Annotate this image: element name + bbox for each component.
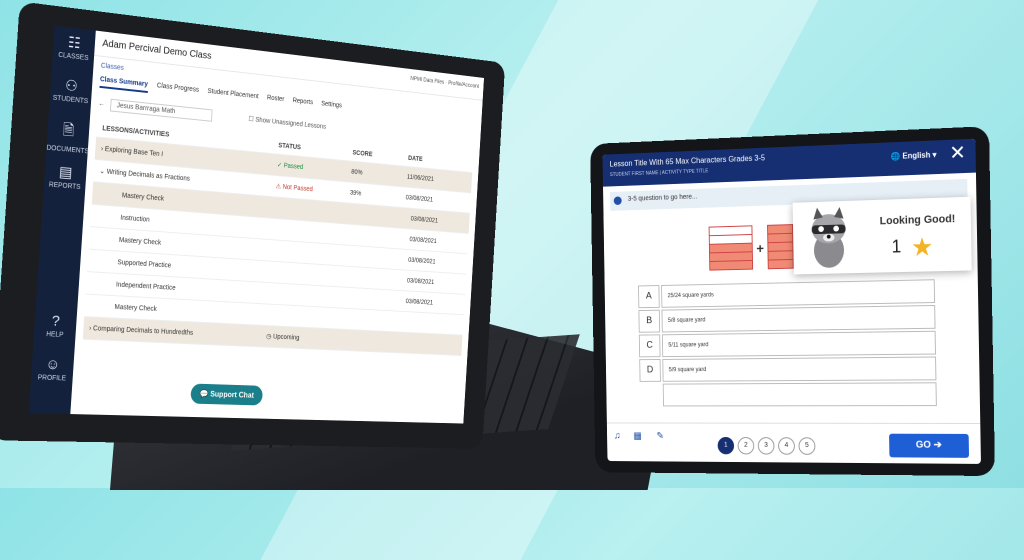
go-button[interactable]: GO ➔ xyxy=(889,434,969,458)
check-icon: ✓ xyxy=(277,162,282,169)
tab-class-progress[interactable]: Class Progress xyxy=(157,82,200,93)
sidebar-item-help[interactable]: ? HELP xyxy=(33,306,77,351)
page-5-button[interactable]: 5 xyxy=(798,437,815,455)
fraction-grid-right xyxy=(767,224,794,271)
answer-option-d[interactable]: D 5/9 square yard xyxy=(639,357,936,380)
page-2-button[interactable]: 2 xyxy=(738,437,755,454)
tab-settings[interactable]: Settings xyxy=(321,101,342,110)
support-chat-button[interactable]: 💬 Support Chat xyxy=(190,384,263,406)
chevron-right-icon[interactable]: › xyxy=(101,145,104,152)
page-3-button[interactable]: 3 xyxy=(758,437,775,454)
chat-icon: 💬 xyxy=(199,390,208,399)
tablet-footer: ♫ ▦ ✎ 1 2 3 4 5 GO ➔ xyxy=(607,422,981,463)
answer-option-b[interactable]: B 5/8 square yard xyxy=(638,305,935,331)
arrow-right-icon: ➔ xyxy=(934,440,942,451)
lessons-table: LESSONS/ACTIVITIES STATUS SCORE DATE › E… xyxy=(83,119,474,356)
chevron-down-icon: ▾ xyxy=(932,150,936,159)
answer-option-a[interactable]: A 25/24 square yards xyxy=(638,279,935,306)
tab-reports[interactable]: Reports xyxy=(292,97,313,106)
plus-sign: + xyxy=(756,240,764,256)
tab-student-placement[interactable]: Student Placement xyxy=(207,88,258,100)
answer-option-c[interactable]: C 5/11 square yard xyxy=(639,331,936,356)
sidebar: ☷ CLASSES ⚇ STUDENTS 🗎 DOCUMENTS ▤ REPORTS ?… xyxy=(29,26,96,414)
back-arrow-icon[interactable]: ← xyxy=(98,100,105,107)
laptop-lid: ☷ CLASSES ⚇ STUDENTS 🗎 DOCUMENTS ▤ REPORTS ?… xyxy=(0,1,505,448)
notes-icon[interactable]: ▦ xyxy=(633,431,642,441)
page-4-button[interactable]: 4 xyxy=(778,437,795,455)
language-select[interactable]: 🌐 English ▾ xyxy=(891,150,937,161)
play-audio-icon[interactable] xyxy=(614,196,622,205)
star-icon: ★ xyxy=(911,232,934,263)
profile-icon: ☺ xyxy=(31,355,74,373)
raccoon-mascot xyxy=(804,207,854,269)
students-icon: ⚇ xyxy=(50,75,92,97)
fraction-grid-left xyxy=(709,225,753,272)
top-bar: Adam Percival Demo Class NPMI Data Files… xyxy=(94,31,484,101)
chevron-down-icon[interactable]: ⌄ xyxy=(99,168,105,175)
close-icon[interactable]: ✕ xyxy=(949,143,966,164)
clock-icon: ◷ xyxy=(266,333,272,340)
star-count: 1 xyxy=(891,237,901,258)
tab-roster[interactable]: Roster xyxy=(267,95,285,103)
sidebar-item-classes[interactable]: ☷ CLASSES xyxy=(52,26,96,74)
show-unassigned-toggle[interactable]: ☐ Show Unassigned Lessons xyxy=(248,116,326,131)
classes-icon: ☷ xyxy=(53,31,95,53)
laptop-screen: ☷ CLASSES ⚇ STUDENTS 🗎 DOCUMENTS ▤ REPORTS ?… xyxy=(29,26,484,424)
lesson-header: Lesson Title With 65 Max Characters Grad… xyxy=(603,139,976,187)
lesson-subtitle: STUDENT FIRST NAME | ACTIVITY TYPE TITLE xyxy=(610,168,708,178)
student-select[interactable]: Jesus Barrraga Math xyxy=(110,99,213,122)
answer-option-blank[interactable] xyxy=(663,382,937,404)
page-1-button[interactable]: 1 xyxy=(718,437,735,454)
sidebar-item-profile[interactable]: ☺ PROFILE xyxy=(30,349,74,394)
reports-icon: ▤ xyxy=(44,161,86,182)
page-title: Adam Percival Demo Class xyxy=(102,38,212,61)
sidebar-item-students[interactable]: ⚇ STUDENTS xyxy=(49,69,93,116)
chevron-right-icon[interactable]: › xyxy=(89,325,92,332)
lesson-title: Lesson Title With 65 Max Characters Grad… xyxy=(610,154,765,169)
feedback-text: Looking Good! xyxy=(880,213,956,227)
fail-icon: ⚠ xyxy=(276,183,282,190)
sidebar-item-documents[interactable]: 🗎 DOCUMENTS xyxy=(46,112,90,159)
account-links[interactable]: NPMI Data Files · Profile/Account xyxy=(410,76,479,89)
text-to-speech-icon[interactable]: ♫ xyxy=(614,431,621,441)
sidebar-item-reports[interactable]: ▤ REPORTS xyxy=(43,155,87,202)
feedback-card: Looking Good! 1 ★ xyxy=(793,197,972,275)
tablet: Lesson Title With 65 Max Characters Grad… xyxy=(590,126,995,476)
tab-class-summary[interactable]: Class Summary xyxy=(99,76,148,93)
tablet-screen: Lesson Title With 65 Max Characters Grad… xyxy=(603,139,981,464)
documents-icon: 🗎 xyxy=(47,118,90,146)
help-icon: ? xyxy=(34,312,77,331)
pencil-icon[interactable]: ✎ xyxy=(656,431,664,441)
globe-icon: 🌐 xyxy=(891,152,901,161)
breadcrumb[interactable]: Classes xyxy=(101,63,124,72)
